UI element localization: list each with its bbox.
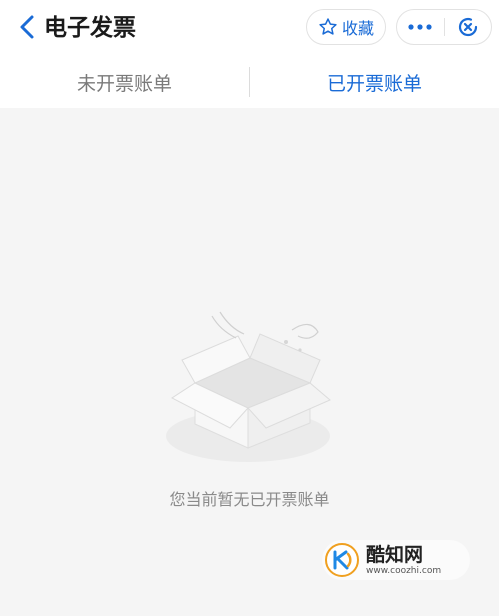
back-button[interactable]: [14, 12, 40, 42]
favorite-button[interactable]: 收藏: [306, 9, 386, 45]
favorite-label: 收藏: [341, 19, 374, 38]
chevron-left-icon: [20, 15, 34, 39]
tab-bar: 未开票账单 已开票账单: [0, 56, 499, 108]
watermark-url: www.coozhi.com: [366, 565, 442, 576]
more-button[interactable]: [397, 10, 444, 44]
watermark-name: 酷知网: [366, 543, 424, 566]
more-dots-icon: [408, 24, 432, 30]
tab-unbilled[interactable]: 未开票账单: [0, 56, 249, 108]
watermark-text: 酷知网 www.coozhi.com: [366, 544, 441, 577]
page-title: 电子发票: [44, 15, 136, 41]
watermark: 酷知网 www.coozhi.com: [322, 540, 470, 580]
coozhi-logo-icon: [325, 543, 359, 577]
mini-program-capsule: [396, 9, 492, 45]
app-window: 电子发票 收藏 未开票账单 已开票账单 您当前暂无已开票账单 酷知网 www.c…: [0, 0, 499, 616]
tab-billed[interactable]: 已开票账单: [250, 56, 499, 108]
empty-state-message: 您当前暂无已开票账单: [169, 490, 330, 509]
star-icon: [319, 18, 337, 35]
target-close-icon: [458, 17, 477, 37]
empty-box-icon: [166, 311, 331, 462]
close-button[interactable]: [444, 10, 491, 44]
header-bar: 电子发票 收藏: [0, 0, 499, 56]
